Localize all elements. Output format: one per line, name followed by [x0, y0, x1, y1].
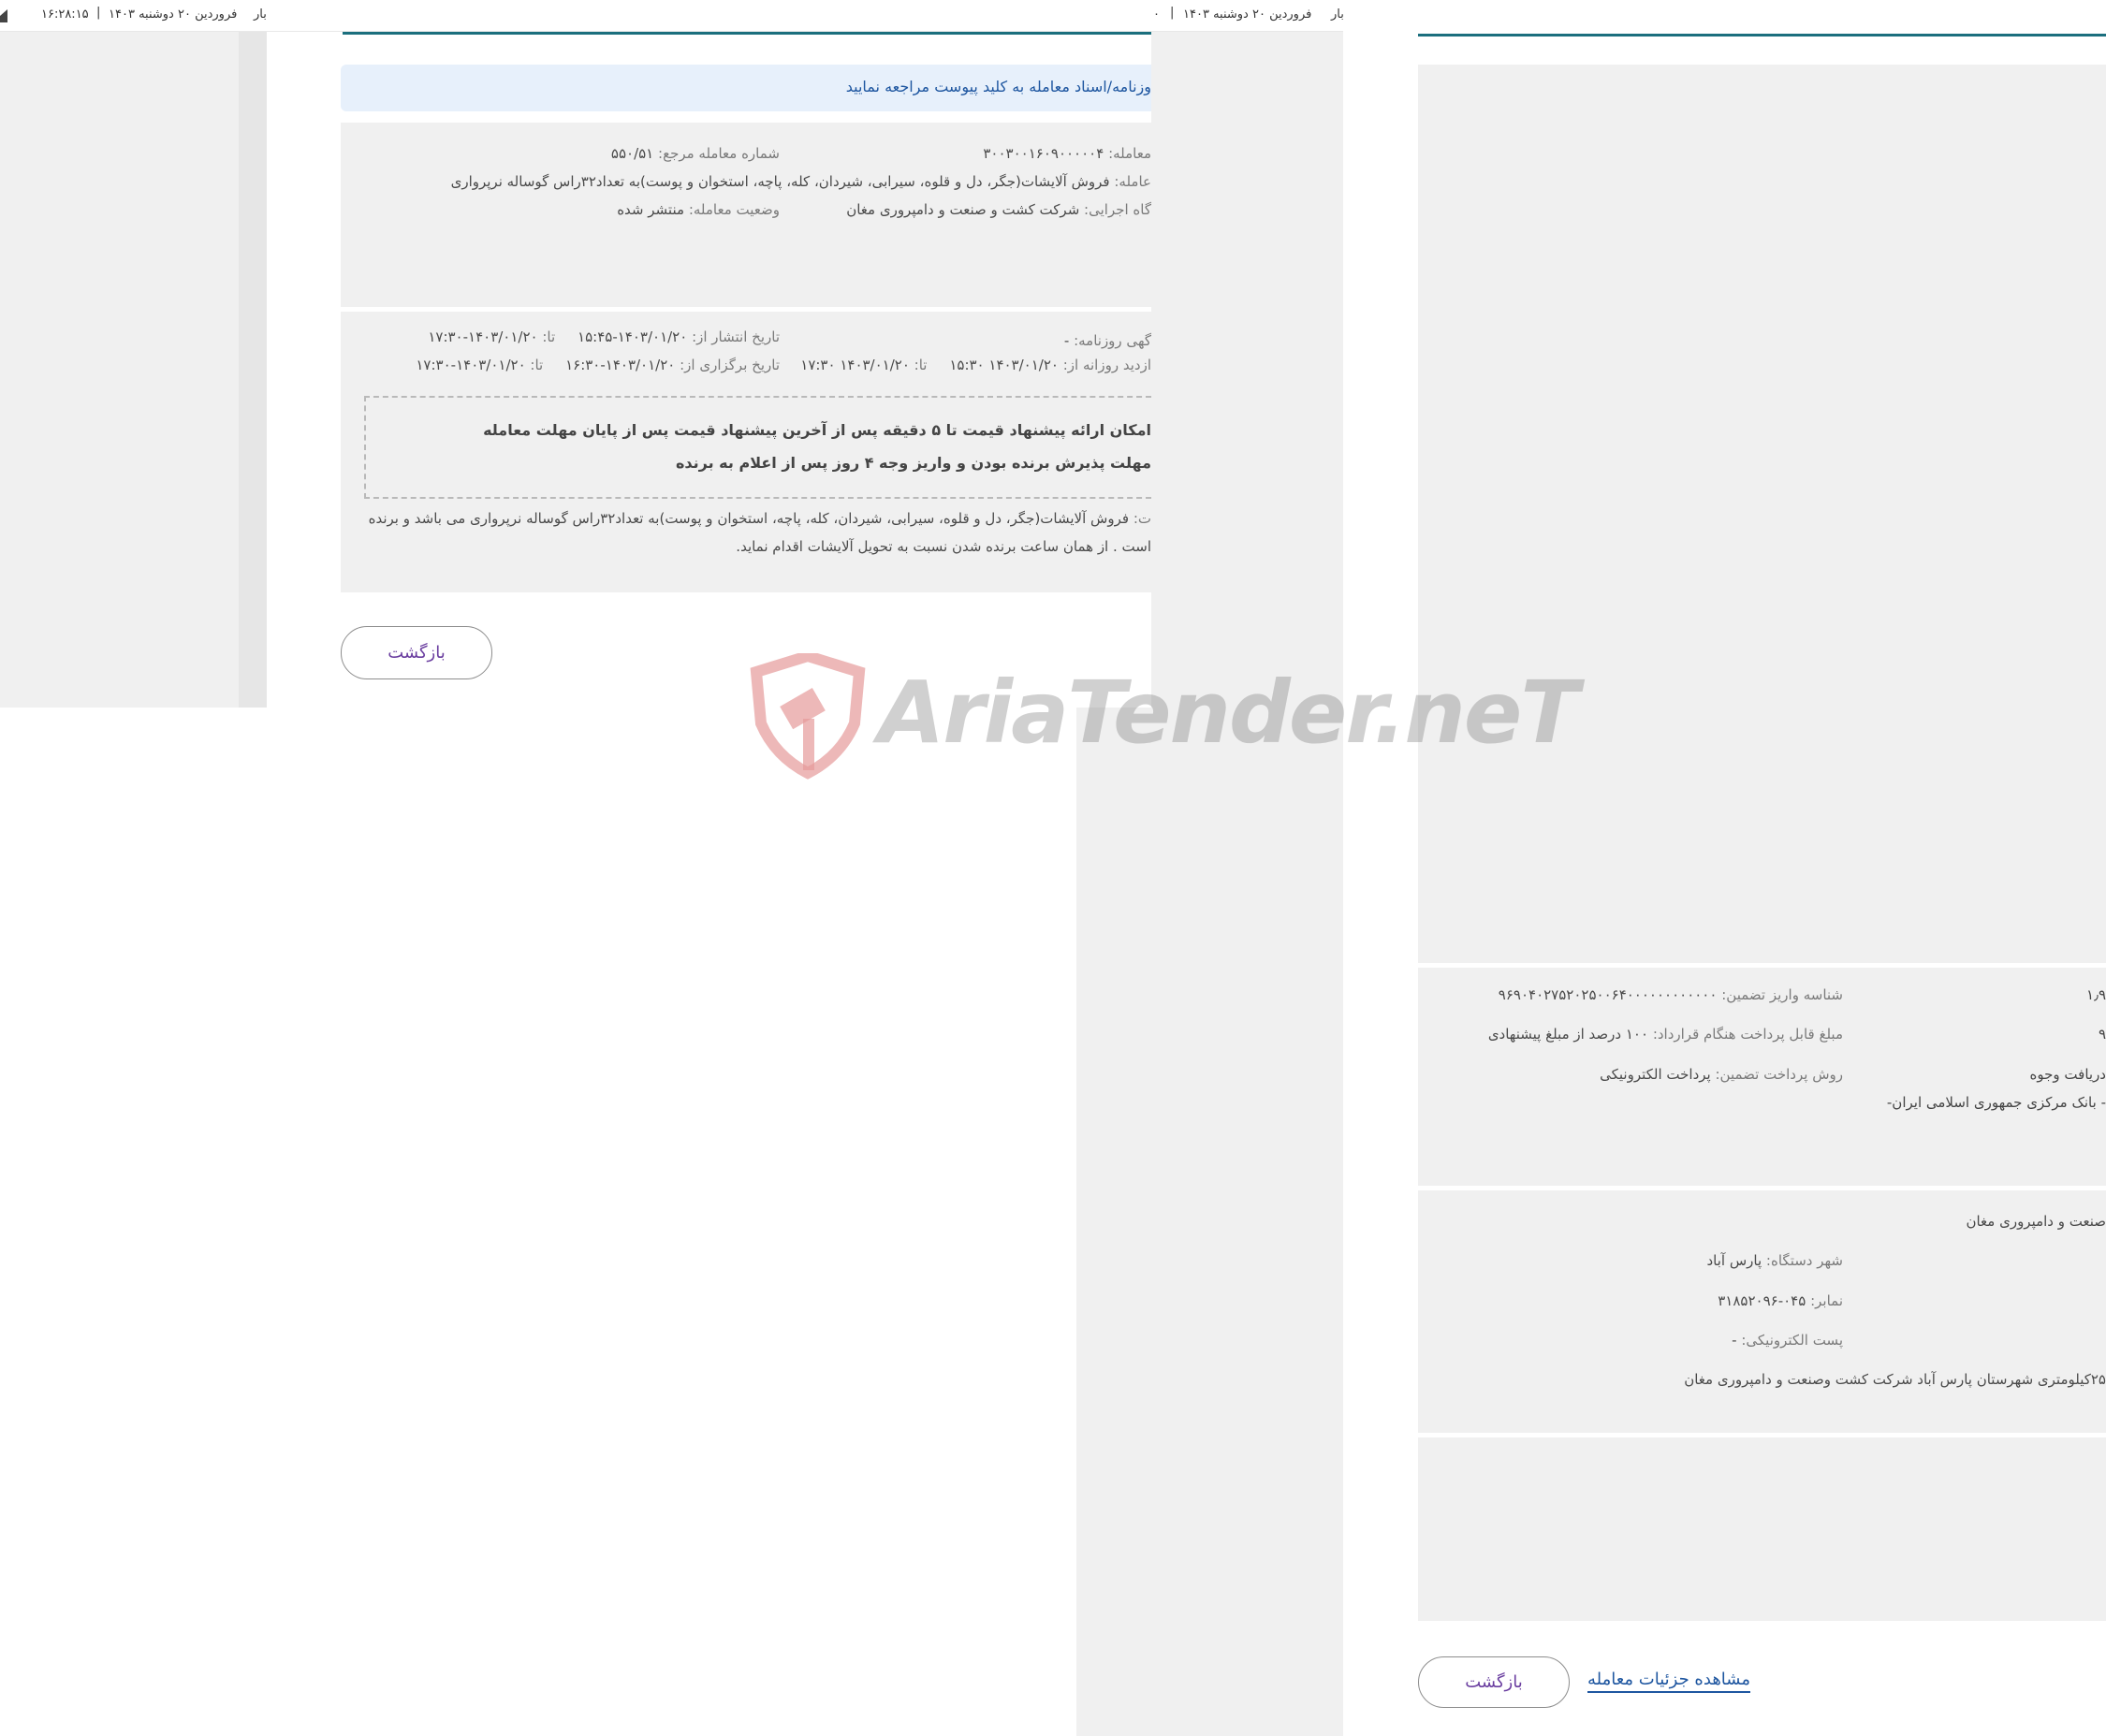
email-label: پست الکترونیکی: [1741, 1332, 1843, 1349]
city-row: شهر دستگاه: پارس آباد [1706, 1252, 1843, 1269]
visit-from-label: ازدید روزانه از: [1062, 357, 1151, 373]
city-value: پارس آباد [1706, 1252, 1762, 1269]
watermark-text: AriaTender.neT [878, 663, 1579, 763]
right-date: فروردین ۲۰ دوشنبه ۱۴۰۳ [1183, 7, 1312, 22]
subject-label: عامله: [1114, 173, 1151, 190]
email-row: پست الکترونیکی: - [1732, 1332, 1843, 1349]
org-address: ۲۵کیلومتری شهرستان پارس آباد شرکت کشت وص… [1684, 1371, 2106, 1388]
right-sidebar-strip [1076, 708, 1343, 1736]
status-label: وضعیت معامله: [688, 201, 780, 218]
hold-dates-row: تاریخ برگزاری از: ۱۴۰۳/۰۱/۲۰-۱۶:۳۰ تا: ۱… [416, 357, 780, 373]
view-deal-details-link[interactable]: مشاهده جزئیات معامله [1587, 1670, 1750, 1693]
cut-value-1: ۱٫۹ [2086, 986, 2106, 1003]
visit-dates-row: ازدید روزانه از: ۱۴۰۳/۰۱/۲۰ ۱۵:۳۰ تا: ۱۴… [800, 357, 1151, 373]
fax-label: نمابر: [1810, 1292, 1843, 1309]
right-topbar-fragment: بار [1331, 7, 1344, 22]
visit-from-value: ۱۴۰۳/۰۱/۲۰ ۱۵:۳۰ [949, 357, 1059, 373]
ref-number-row: شماره معامله مرجع: ۵۵۰/۵۱ [611, 145, 780, 162]
right-header-divider [1418, 34, 2106, 36]
left-date: فروردین ۲۰ دوشنبه ۱۴۰۳ [109, 7, 238, 22]
description-label: ت: [1133, 510, 1151, 527]
email-value: - [1732, 1332, 1737, 1349]
deal-summary-panel: معامله: ۳۰۰۳۰۰۱۶۰۹۰۰۰۰۰۴ شماره معامله مر… [341, 123, 1151, 307]
watermark-logo-icon [750, 653, 866, 780]
right-back-button[interactable]: بازگشت [1418, 1656, 1570, 1708]
notice-text: وزنامه/اسناد معامله به کلید پیوست مراجعه… [845, 78, 1151, 95]
watermark: AriaTender.neT [747, 653, 1579, 784]
left-top-bar: ۱۶:۲۸:۱۵ | فروردین ۲۰ دوشنبه ۱۴۰۳ بار [0, 0, 1151, 32]
description-row-1: ت: فروش آلایشات(جگر، دل و قلوه، سیرابی، … [369, 510, 1151, 527]
executor-value: شرکت کشت و صنعت و دامپروری مغان [846, 201, 1080, 218]
left-sidebar-strip [0, 32, 267, 708]
guarantee-id-value: ۹۶۹۰۴۰۲۷۵۲۰۲۵۰۰۶۴۰۰۰۰۰۰۰۰۰۰۰۰ [1498, 986, 1718, 1003]
publish-from-label: تاریخ انتشار از: [692, 328, 780, 345]
publish-from-value: ۱۴۰۳/۰۱/۲۰-۱۵:۴۵ [578, 328, 688, 345]
deal-number-row: معامله: ۳۰۰۳۰۰۱۶۰۹۰۰۰۰۰۴ [983, 145, 1151, 162]
ref-number-value: ۵۵۰/۵۱ [610, 145, 654, 162]
right-topbar-zero: ۰ [1153, 7, 1160, 22]
home-icon[interactable] [0, 7, 9, 24]
topbar-separator: | [96, 6, 101, 20]
hold-from-label: تاریخ برگزاری از: [680, 357, 780, 373]
left-clock: ۱۶:۲۸:۱۵ [41, 7, 89, 22]
left-topbar-fragment: بار [254, 7, 267, 22]
executor-row: گاه اجرایی: شرکت کشت و صنعت و دامپروری م… [846, 201, 1151, 218]
right-empty-panel [1418, 1437, 2106, 1621]
guarantee-id-label: شناسه واریز تضمین: [1721, 986, 1843, 1003]
deal-number-value: ۳۰۰۳۰۰۱۶۰۹۰۰۰۰۰۴ [983, 145, 1104, 162]
rule-2: مهلت پذیرش برنده بودن و واریز وجه ۴ روز … [675, 454, 1151, 472]
cut-bank-label: - بانک مرکزی جمهوری اسلامی ایران- [1886, 1094, 2106, 1111]
right-details-panel [1418, 65, 2106, 963]
contract-amount-row: مبلغ قابل پرداخت هنگام قرارداد: ۱۰۰ درصد… [1488, 1026, 1843, 1043]
notice-banner: وزنامه/اسناد معامله به کلید پیوست مراجعه… [341, 65, 1151, 111]
left-back-button[interactable]: بازگشت [341, 626, 492, 679]
right-top-bar: ۰ | فروردین ۲۰ دوشنبه ۱۴۰۳ بار [1151, 0, 1344, 32]
fax-row: نمابر: ۰۴۵-۳۱۸۵۲۰۹۶ [1718, 1292, 1843, 1309]
publish-to-value: ۱۴۰۳/۰۱/۲۰-۱۷:۳۰ [428, 328, 538, 345]
contract-amount-value: ۱۰۰ درصد از مبلغ پیشنهادی [1487, 1026, 1649, 1043]
status-row: وضعیت معامله: منتشر شده [617, 201, 780, 218]
payment-info-panel: ۱٫۹ ۹ دریافت وجوه - بانک مرکزی جمهوری اس… [1418, 968, 2106, 1186]
left-sidebar-edge [239, 0, 267, 708]
rule-1: امکان ارائه پیشنهاد قیمت تا ۵ دقیقه پس ا… [483, 421, 1151, 439]
hold-from-value: ۱۴۰۳/۰۱/۲۰-۱۶:۳۰ [565, 357, 676, 373]
left-header-divider [343, 32, 1151, 35]
guarantee-id-row: شناسه واریز تضمین: ۹۶۹۰۴۰۲۷۵۲۰۲۵۰۰۶۴۰۰۰۰… [1499, 986, 1843, 1003]
description-line-2: است . از همان ساعت برنده شدن نسبت به تحو… [736, 538, 1151, 555]
right-topbar-separator: | [1170, 6, 1175, 20]
cut-receive-label: دریافت وجوه [2029, 1066, 2106, 1083]
hold-to-value: ۱۴۰۳/۰۱/۲۰-۱۷:۳۰ [416, 357, 526, 373]
hold-to-label: تا: [530, 357, 544, 373]
visit-to-label: تا: [914, 357, 928, 373]
newspaper-value: - [1063, 332, 1070, 349]
newspaper-row: گهی روزنامه: - [1064, 332, 1151, 349]
description-line-1: فروش آلایشات(جگر، دل و قلوه، سیرابی، شیر… [368, 510, 1130, 527]
ref-number-label: شماره معامله مرجع: [658, 145, 780, 162]
fax-value: ۰۴۵-۳۱۸۵۲۰۹۶ [1718, 1292, 1806, 1309]
contract-amount-label: مبلغ قابل پرداخت هنگام قرارداد: [1652, 1026, 1843, 1043]
subject-value: فروش آلایشات(جگر، دل و قلوه، سیرابی، شیر… [450, 173, 1110, 190]
executor-label: گاه اجرایی: [1084, 201, 1151, 218]
deal-number-label: معامله: [1108, 145, 1151, 162]
publish-to-label: تا: [542, 328, 556, 345]
payment-method-value: پرداخت الکترونیکی [1600, 1066, 1711, 1083]
deal-rules-box: امکان ارائه پیشنهاد قیمت تا ۵ دقیقه پس ا… [364, 396, 1151, 499]
newspaper-label: گهی روزنامه: [1074, 332, 1151, 349]
organization-info-panel: صنعت و دامپروری مغان شهر دستگاه: پارس آب… [1418, 1190, 2106, 1433]
visit-to-value: ۱۴۰۳/۰۱/۲۰ ۱۷:۳۰ [800, 357, 910, 373]
payment-method-row: روش پرداخت تضمین: پرداخت الکترونیکی [1600, 1066, 1843, 1083]
publish-dates-row: تاریخ انتشار از: ۱۴۰۳/۰۱/۲۰-۱۵:۴۵ تا: ۱۴… [428, 328, 780, 345]
org-name: صنعت و دامپروری مغان [1966, 1213, 2106, 1230]
cut-value-2: ۹ [2098, 1026, 2106, 1043]
city-label: شهر دستگاه: [1765, 1252, 1843, 1269]
payment-method-label: روش پرداخت تضمین: [1715, 1066, 1844, 1083]
subject-row: عامله: فروش آلایشات(جگر، دل و قلوه، سیرا… [451, 173, 1151, 190]
status-value: منتشر شده [617, 201, 685, 218]
